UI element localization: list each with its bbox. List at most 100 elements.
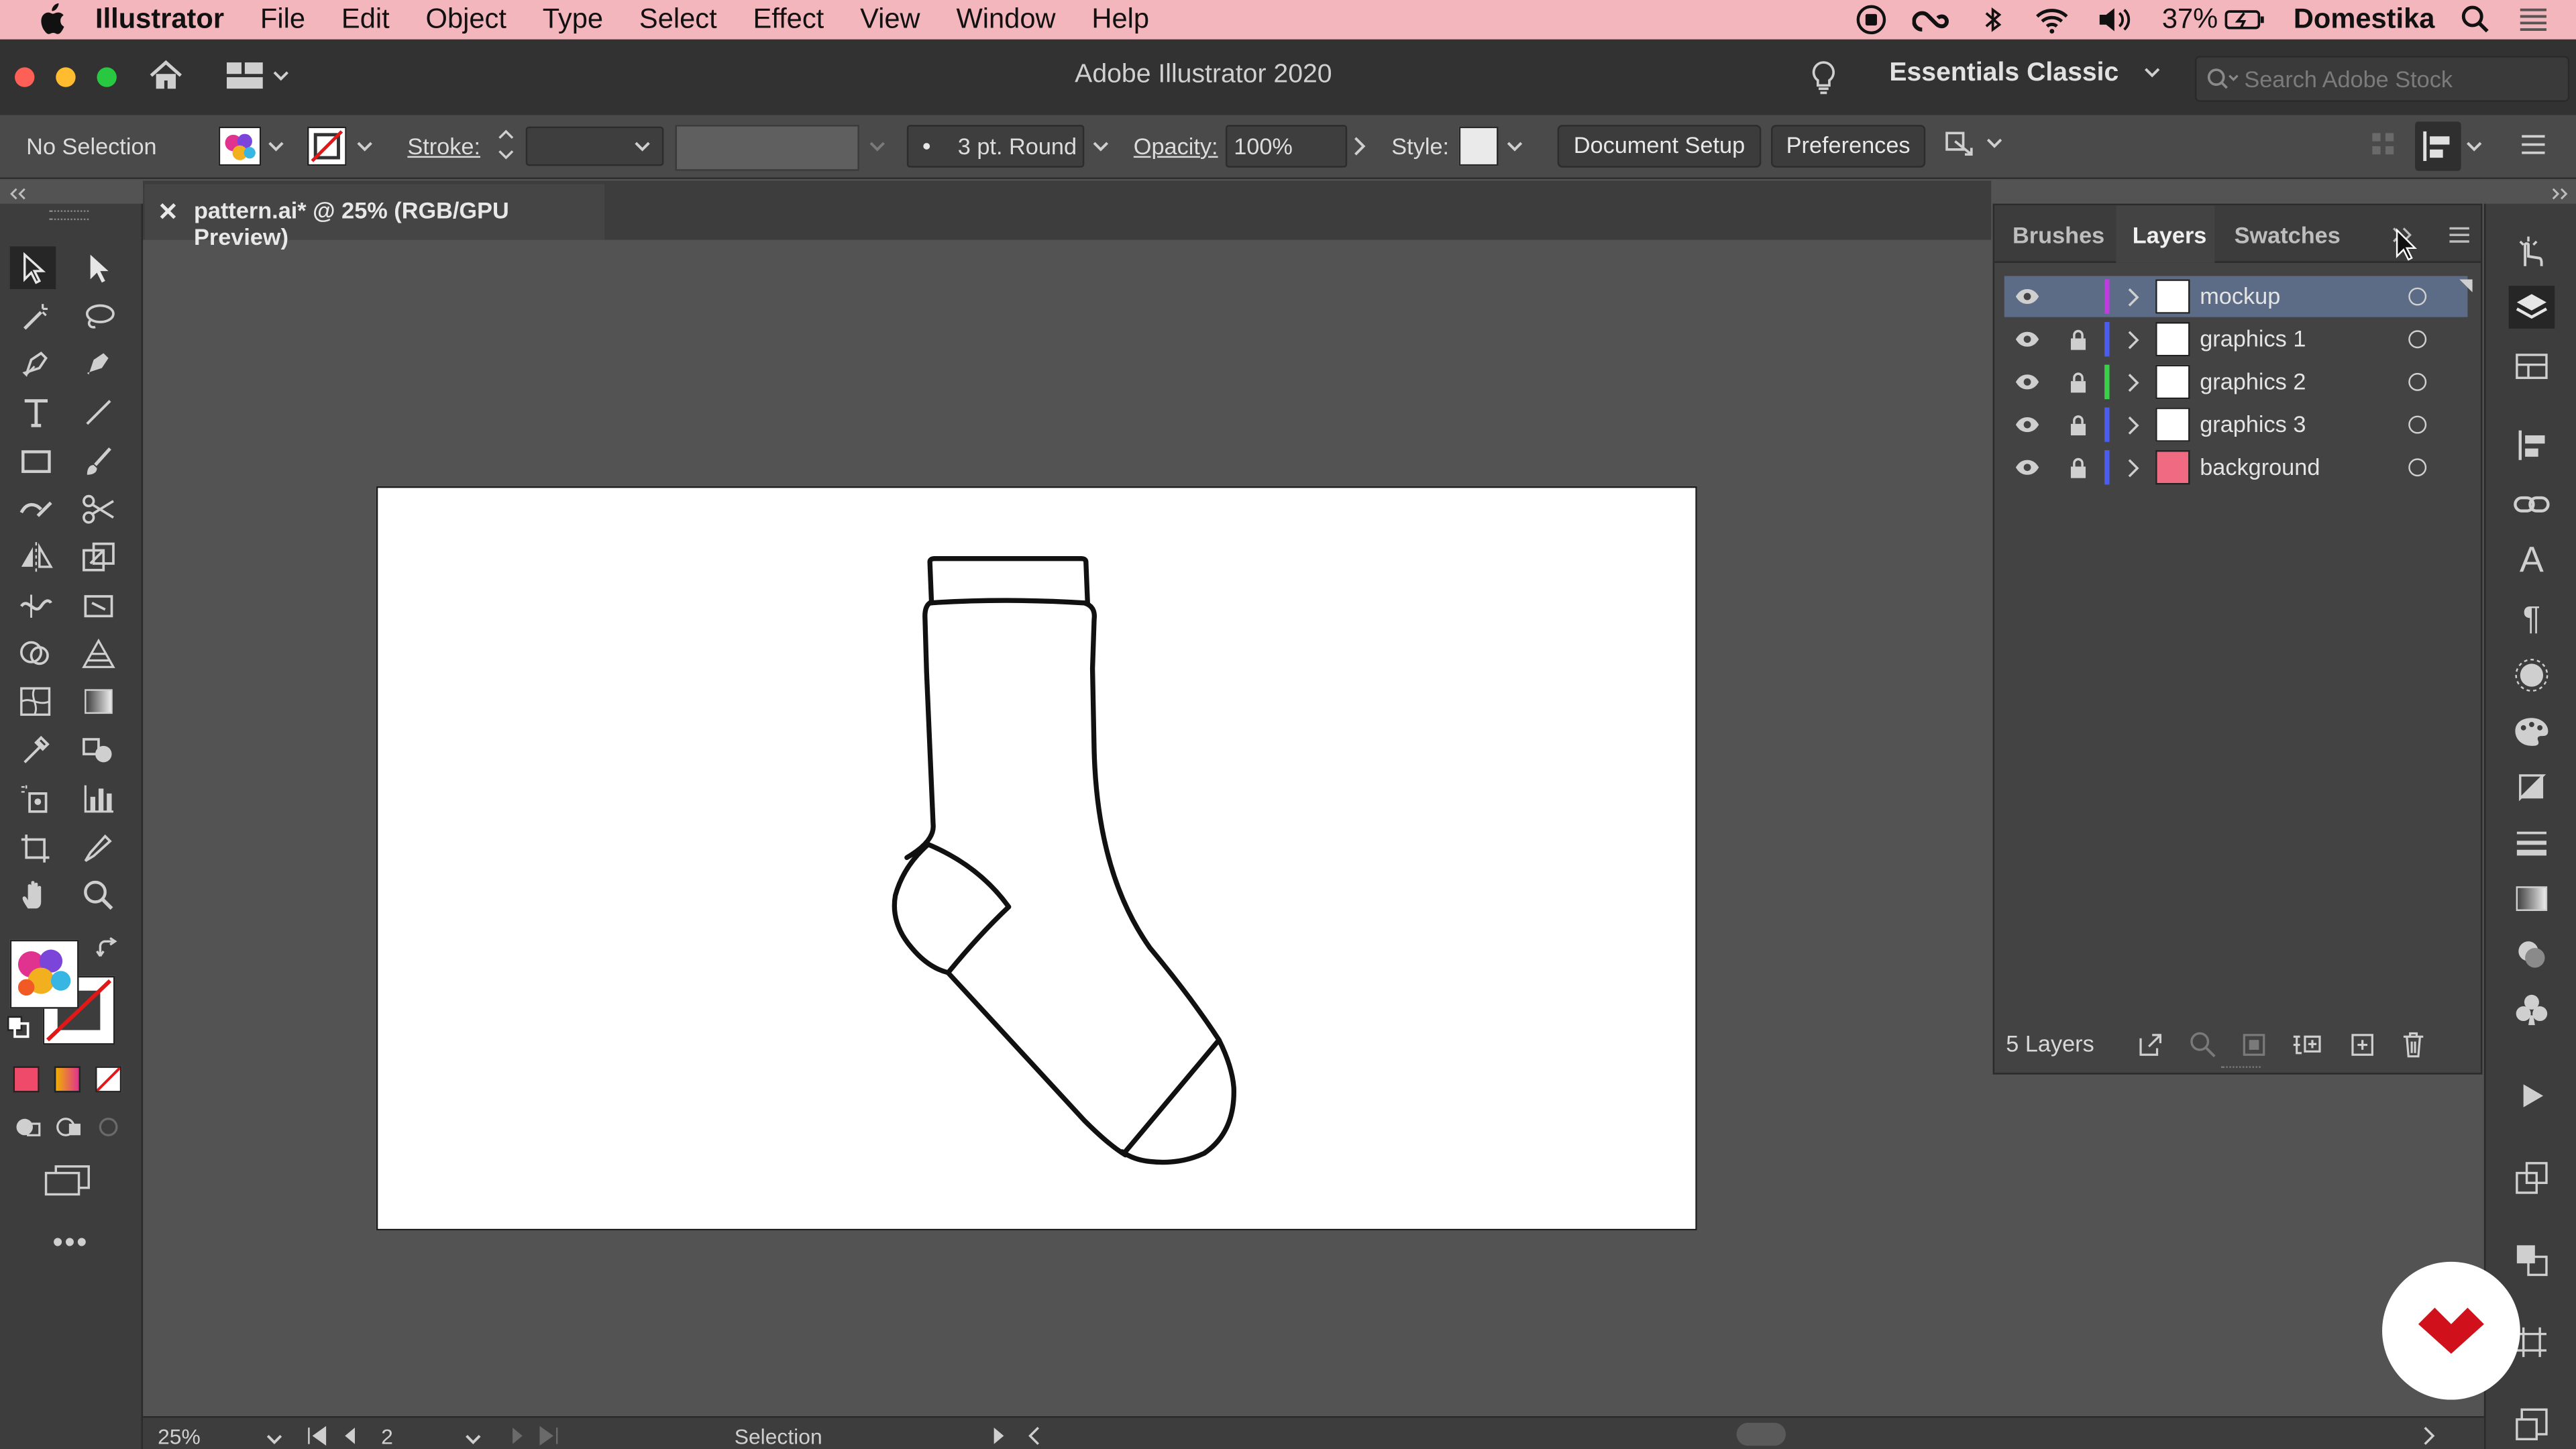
app-menu[interactable]: Illustrator (95, 3, 224, 36)
new-layer-icon[interactable] (2348, 1030, 2377, 1060)
pen-tool-icon[interactable] (13, 343, 60, 386)
menu-select[interactable]: Select (639, 3, 717, 36)
document-setup-button[interactable]: Document Setup (1557, 125, 1762, 168)
layer-name[interactable]: background (2200, 453, 2320, 480)
stroke-weight-stepper[interactable] (496, 127, 516, 163)
minimize-window-button[interactable] (56, 67, 76, 87)
mesh-tool-icon[interactable] (13, 680, 60, 723)
artboards-dock-icon[interactable] (2509, 345, 2555, 388)
stroke-swatch[interactable] (307, 126, 347, 166)
draw-behind-icon[interactable] (54, 1114, 84, 1140)
align-panel-icon[interactable] (2415, 121, 2461, 171)
menu-view[interactable]: View (860, 3, 920, 36)
expand-layer-chevron-icon[interactable] (2126, 330, 2139, 350)
layer-row[interactable]: background (2004, 447, 2468, 488)
menu-edit[interactable]: Edit (341, 3, 390, 36)
shape-builder-tool-icon[interactable] (13, 633, 60, 676)
panel-resize-grip[interactable] (2221, 1066, 2261, 1071)
visibility-eye-icon[interactable] (2014, 416, 2040, 434)
eyedropper-tool-icon[interactable] (13, 729, 60, 772)
shaper-tool-icon[interactable] (13, 488, 60, 531)
color-dock-icon[interactable] (2509, 710, 2555, 753)
lock-icon[interactable] (2068, 457, 2088, 480)
zoom-tool-icon[interactable] (76, 874, 122, 917)
lasso-tool-icon[interactable] (76, 296, 122, 339)
screen-mode-icon[interactable] (43, 1163, 92, 1196)
battery-icon[interactable] (2224, 5, 2267, 34)
previous-artboard-icon[interactable] (340, 1426, 360, 1446)
menu-effect[interactable]: Effect (753, 3, 824, 36)
scissors-tool-icon[interactable] (76, 488, 122, 531)
symbols-dock-icon[interactable] (2509, 989, 2555, 1032)
zoom-level-field[interactable]: 25% (150, 1421, 291, 1449)
wifi-icon[interactable] (2034, 5, 2070, 34)
adobe-stock-search-input[interactable]: Search Adobe Stock (2194, 56, 2570, 102)
menu-file[interactable]: File (260, 3, 305, 36)
arrange-icon[interactable] (1942, 128, 2008, 161)
layer-row[interactable]: mockup (2004, 276, 2468, 317)
arrange-documents-icon[interactable] (226, 62, 291, 89)
magic-wand-tool-icon[interactable] (13, 296, 60, 339)
menu-help[interactable]: Help (1091, 3, 1149, 36)
export-icon[interactable] (2136, 1030, 2165, 1060)
artboard-tool-icon[interactable] (13, 826, 60, 869)
edit-toolbar-icon[interactable]: ••• (52, 1226, 89, 1260)
opacity-arrow-icon[interactable] (1350, 135, 1366, 158)
tab-swatches[interactable]: Swatches (2235, 222, 2341, 248)
expand-dock-icon[interactable] (2548, 187, 2571, 201)
free-transform-tool-icon[interactable] (76, 585, 122, 628)
clipping-mask-icon[interactable] (2239, 1030, 2269, 1060)
perspective-grid-tool-icon[interactable] (76, 633, 122, 676)
control-bar-menu-icon[interactable] (2520, 133, 2546, 156)
target-circle-icon[interactable] (2408, 458, 2427, 477)
home-icon[interactable] (148, 59, 184, 92)
target-circle-icon[interactable] (2408, 415, 2427, 434)
zoom-window-button[interactable] (97, 67, 117, 87)
profile-dropdown-icon[interactable] (867, 138, 887, 154)
fill-swatch[interactable] (218, 126, 262, 166)
type-tool-icon[interactable] (13, 391, 60, 434)
scroll-left-icon[interactable] (1027, 1426, 1043, 1446)
swatches-dock-icon[interactable] (2509, 765, 2555, 808)
selection-tool-icon[interactable] (9, 246, 56, 290)
new-sublayer-icon[interactable] (2290, 1030, 2323, 1060)
spotlight-search-icon[interactable] (2461, 5, 2491, 34)
brush-dropdown-icon[interactable] (1091, 138, 1110, 154)
preferences-button[interactable]: Preferences (1771, 125, 1926, 168)
expand-layer-chevron-icon[interactable] (2126, 416, 2139, 435)
reflect-tool-icon[interactable] (13, 535, 60, 578)
stroke-label[interactable]: Stroke: (407, 133, 480, 159)
artboard[interactable] (376, 486, 1697, 1231)
transparency-dock-icon[interactable] (2509, 933, 2555, 976)
layers-dock-icon[interactable] (2508, 286, 2555, 329)
artboard-navigator-field[interactable]: 2 (373, 1421, 491, 1449)
visibility-eye-icon[interactable] (2014, 288, 2040, 306)
lightbulb-icon[interactable] (1809, 59, 1838, 95)
opacity-label[interactable]: Opacity: (1134, 133, 1218, 159)
align-dock-icon[interactable] (2509, 424, 2555, 467)
target-circle-icon[interactable] (2408, 287, 2427, 306)
document-tab[interactable]: ✕ pattern.ai* @ 25% (RGB/GPU Preview) (144, 184, 605, 250)
draw-inside-icon[interactable] (95, 1114, 121, 1140)
slice-tool-icon[interactable] (76, 826, 122, 869)
hand-tool-icon[interactable] (13, 874, 60, 917)
symbol-sprayer-tool-icon[interactable] (13, 777, 60, 820)
transform-dock-icon[interactable] (2509, 1157, 2555, 1199)
graphic-style-swatch[interactable] (1458, 126, 1499, 166)
menu-type[interactable]: Type (543, 3, 603, 36)
brush-definition[interactable]: 3 pt. Round (906, 125, 1085, 168)
gradient-dock-icon[interactable] (2509, 877, 2555, 920)
paragraph-dock-icon[interactable]: ¶ (2509, 598, 2555, 641)
variable-width-profile[interactable] (675, 125, 859, 171)
layer-row[interactable]: graphics 3 (2004, 404, 2468, 445)
none-mode-button[interactable] (95, 1066, 122, 1093)
artboard-dock-icon[interactable] (2509, 1403, 2555, 1446)
toolbar-grip[interactable] (49, 210, 89, 221)
volume-icon[interactable] (2096, 5, 2136, 34)
horizontal-scrollbar-thumb[interactable] (1736, 1422, 1786, 1446)
color-mode-button[interactable] (13, 1066, 40, 1093)
direct-selection-tool-icon[interactable] (76, 246, 122, 289)
actions-dock-icon[interactable] (2509, 1075, 2555, 1118)
curvature-tool-icon[interactable] (76, 343, 122, 386)
target-circle-icon[interactable] (2408, 330, 2427, 349)
